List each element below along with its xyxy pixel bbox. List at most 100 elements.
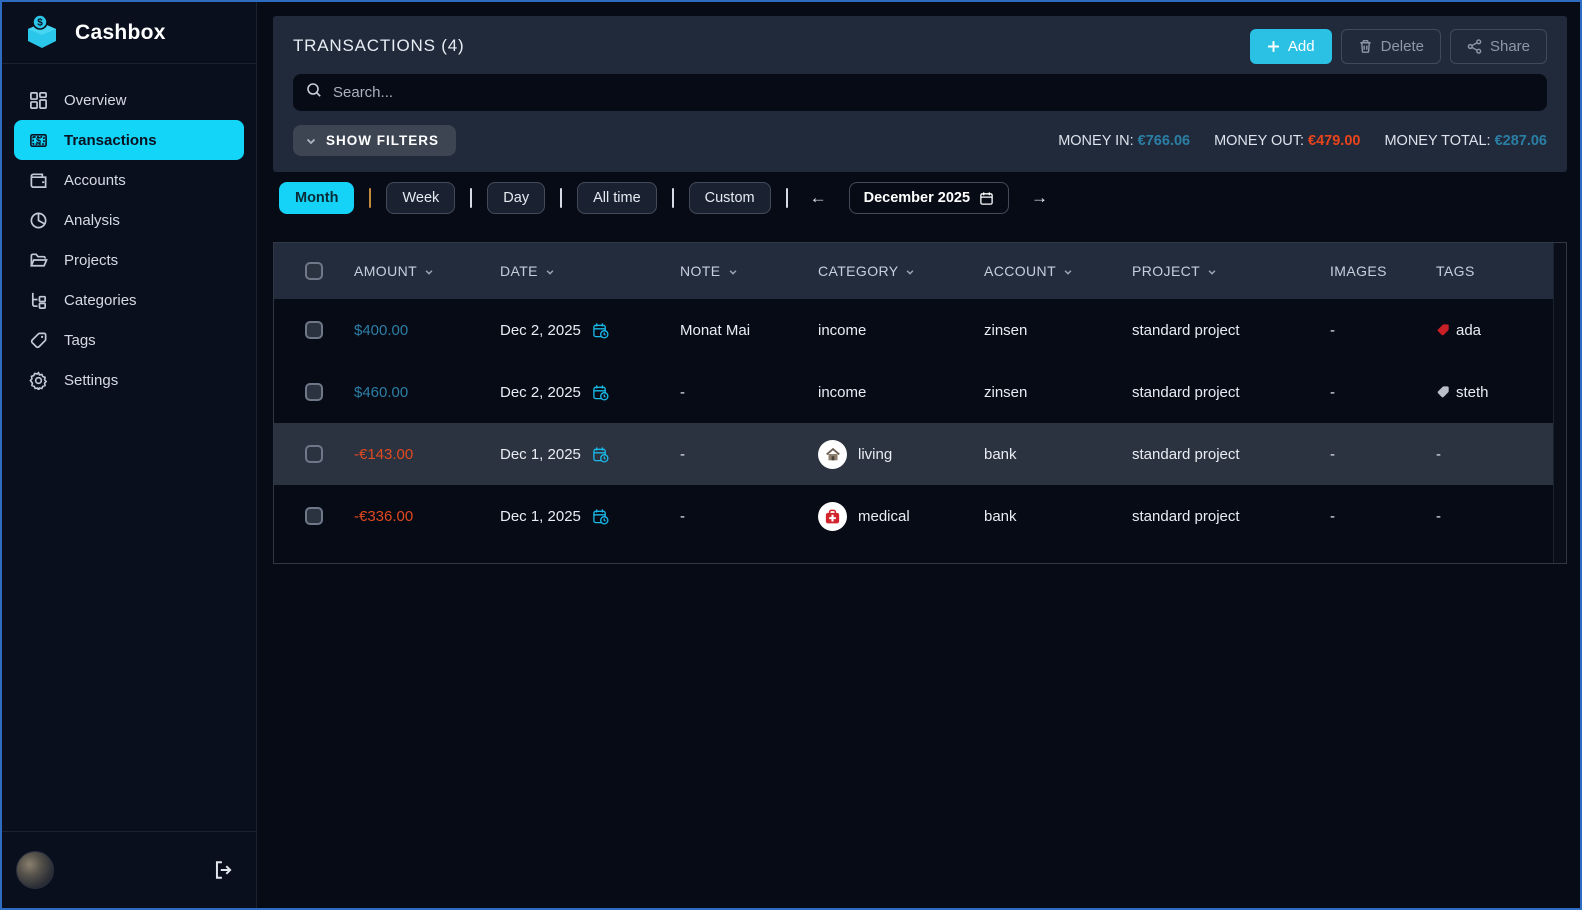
calendar-clock-icon (592, 446, 609, 463)
search-input[interactable] (333, 84, 1534, 101)
sidebar-item-overview[interactable]: Overview (14, 80, 244, 120)
period-selector-button[interactable]: December 2025 (849, 182, 1009, 214)
date-cell: Dec 1, 2025 (484, 508, 664, 525)
amount-cell: $460.00 (338, 384, 484, 401)
banknote-icon: $ (28, 130, 49, 151)
note-cell: - (664, 384, 802, 401)
row-checkbox[interactable] (305, 321, 323, 339)
sidebar-footer (2, 831, 256, 908)
sort-chevron-icon (424, 267, 434, 277)
sidebar-item-label: Accounts (64, 172, 126, 189)
category-cell: living (802, 440, 968, 469)
tab-week[interactable]: Week (386, 182, 455, 214)
sidebar-item-analysis[interactable]: Analysis (14, 200, 244, 240)
tag-icon (1436, 323, 1450, 337)
medical-kit-icon (818, 502, 847, 531)
category-label: living (858, 446, 892, 463)
select-all-checkbox[interactable] (305, 262, 323, 280)
logout-icon[interactable] (212, 859, 234, 881)
house-icon (818, 440, 847, 469)
note-cell: Monat Mai (664, 322, 802, 339)
sidebar-item-label: Tags (64, 332, 96, 349)
column-header-note[interactable]: NOTE (664, 263, 802, 279)
tab-month[interactable]: Month (279, 182, 354, 214)
show-filters-button[interactable]: SHOW FILTERS (293, 125, 456, 156)
tab-day[interactable]: Day (487, 182, 545, 214)
user-avatar[interactable] (16, 851, 54, 889)
images-cell: - (1314, 446, 1420, 463)
images-cell: - (1314, 322, 1420, 339)
date-cell: Dec 2, 2025 (484, 384, 664, 401)
table-row[interactable]: $400.00 Dec 2, 2025 Monat Mai income zin… (274, 299, 1553, 361)
money-in-value: €766.06 (1138, 133, 1190, 149)
next-period-arrow[interactable]: → (1024, 188, 1055, 208)
app-name: Cashbox (75, 21, 166, 45)
tags-cell: steth (1420, 384, 1553, 401)
sidebar-item-label: Analysis (64, 212, 120, 229)
sidebar-item-accounts[interactable]: Accounts (14, 160, 244, 200)
tab-custom[interactable]: Custom (689, 182, 771, 214)
sidebar-item-label: Settings (64, 372, 118, 389)
sort-chevron-icon (728, 267, 738, 277)
row-checkbox[interactable] (305, 507, 323, 525)
sidebar-item-label: Transactions (64, 132, 157, 149)
hierarchy-icon (28, 290, 49, 311)
date-range-bar: Month Week Day All time Custom ← Decembe… (273, 180, 1567, 216)
sort-chevron-icon (905, 267, 915, 277)
table-scrollbar[interactable] (1553, 243, 1566, 563)
share-button-label: Share (1490, 38, 1530, 55)
row-checkbox[interactable] (305, 383, 323, 401)
money-summary: MONEY IN:€766.06 MONEY OUT:€479.00 MONEY… (1058, 133, 1547, 149)
sidebar-item-settings[interactable]: Settings (14, 360, 244, 400)
sidebar-nav: Overview $ Transactions Accounts Analysi… (2, 64, 256, 400)
tab-all-time[interactable]: All time (577, 182, 657, 214)
account-cell: zinsen (968, 384, 1116, 401)
share-icon (1467, 39, 1482, 54)
tags-cell: - (1420, 446, 1553, 463)
column-header-account[interactable]: ACCOUNT (968, 263, 1116, 279)
table-header-row: AMOUNT DATE NOTE CATEGORY ACCOUNT PROJEC… (274, 243, 1553, 299)
table-row[interactable]: $460.00 Dec 2, 2025 - income zinsen stan… (274, 361, 1553, 423)
sidebar-item-label: Projects (64, 252, 118, 269)
delete-button[interactable]: Delete (1341, 29, 1441, 64)
amount-cell: -€336.00 (338, 508, 484, 525)
column-header-date[interactable]: DATE (484, 263, 664, 279)
row-checkbox[interactable] (305, 445, 323, 463)
transactions-table: AMOUNT DATE NOTE CATEGORY ACCOUNT PROJEC… (273, 242, 1567, 564)
cashbox-logo-icon: $ (22, 14, 62, 52)
column-header-amount[interactable]: AMOUNT (338, 263, 484, 279)
money-out-value: €479.00 (1308, 133, 1360, 149)
date-cell: Dec 1, 2025 (484, 446, 664, 463)
search-bar[interactable] (293, 74, 1547, 111)
column-header-category[interactable]: CATEGORY (802, 263, 968, 279)
note-cell: - (664, 446, 802, 463)
svg-text:$: $ (36, 135, 41, 145)
tag-label: steth (1456, 384, 1489, 401)
share-button[interactable]: Share (1450, 29, 1547, 64)
column-header-project[interactable]: PROJECT (1116, 263, 1314, 279)
sidebar-item-transactions[interactable]: $ Transactions (14, 120, 244, 160)
sort-chevron-icon (1063, 267, 1073, 277)
table-row[interactable]: -€336.00 Dec 1, 2025 - medical bank stan… (274, 485, 1553, 547)
sidebar-item-projects[interactable]: Projects (14, 240, 244, 280)
chevron-down-icon (305, 135, 317, 147)
sidebar-item-label: Categories (64, 292, 137, 309)
sidebar-item-categories[interactable]: Categories (14, 280, 244, 320)
calendar-clock-icon (592, 384, 609, 401)
folder-icon (28, 250, 49, 271)
sort-chevron-icon (1207, 267, 1217, 277)
prev-period-arrow[interactable]: ← (803, 188, 834, 208)
images-cell: - (1314, 384, 1420, 401)
sidebar-item-tags[interactable]: Tags (14, 320, 244, 360)
table-row[interactable]: -€143.00 Dec 1, 2025 - living bank stand… (274, 423, 1553, 485)
category-cell: income (802, 322, 968, 339)
add-button[interactable]: Add (1250, 29, 1332, 64)
sidebar: $ Cashbox Overview $ Transactions (2, 2, 257, 908)
separator (470, 188, 472, 208)
sort-chevron-icon (545, 267, 555, 277)
tag-icon (28, 330, 49, 351)
project-cell: standard project (1116, 384, 1314, 401)
tags-cell: - (1420, 508, 1553, 525)
calendar-icon (979, 191, 994, 206)
plus-icon (1267, 40, 1280, 53)
